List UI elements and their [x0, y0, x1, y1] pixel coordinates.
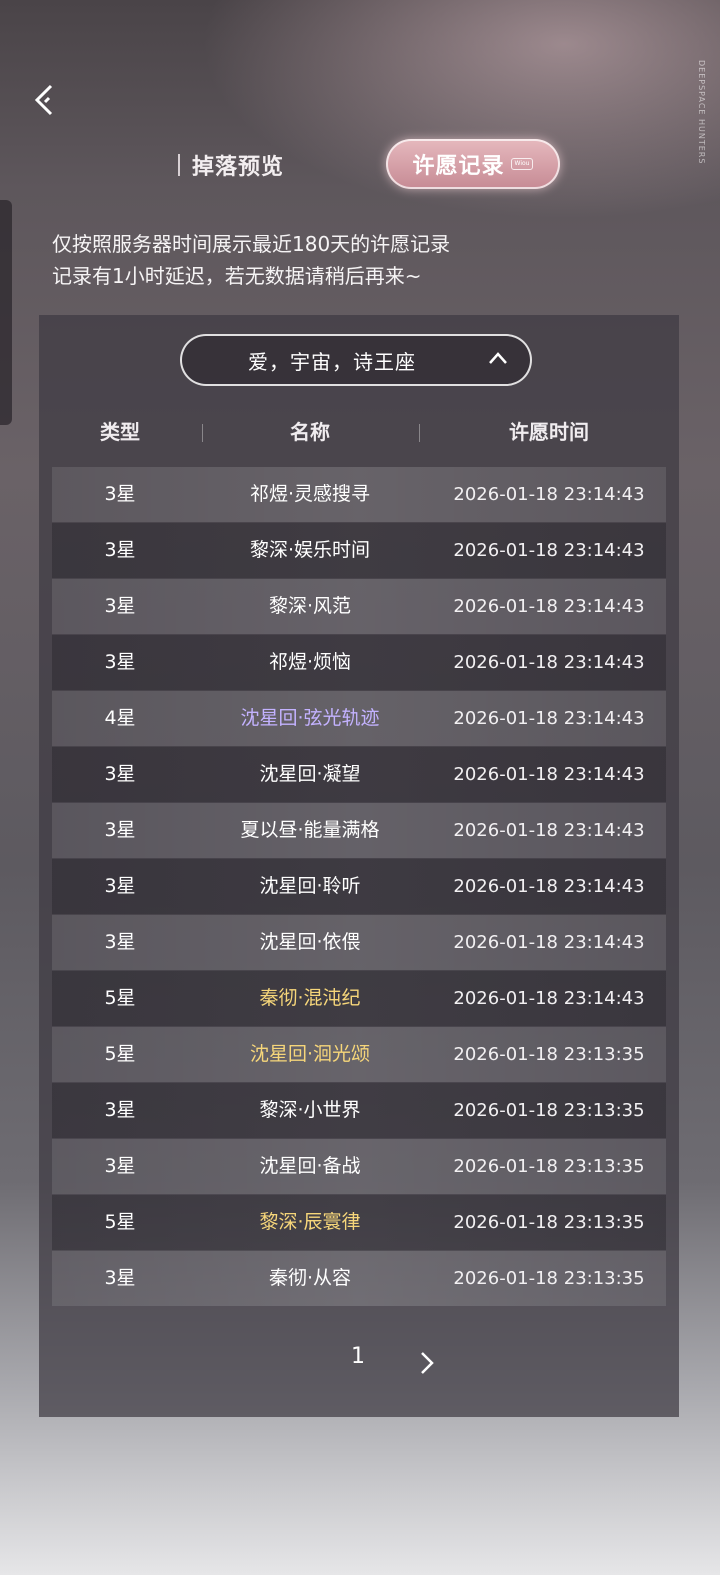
cell-time: 2026-01-18 23:14:43	[453, 932, 645, 953]
cell-type: 3星	[104, 595, 136, 617]
cell-time: 2026-01-18 23:14:43	[453, 484, 645, 505]
banner-filter-value: 爱，宇宙，诗王座	[248, 349, 416, 374]
cell-time: 2026-01-18 23:14:43	[453, 540, 645, 561]
cell-type: 5星	[104, 987, 136, 1009]
side-drawer-handle[interactable]	[0, 200, 12, 425]
table-row: 3星 沈星回·备战 2026-01-18 23:13:35	[52, 1139, 666, 1194]
cell-time: 2026-01-18 23:14:43	[453, 988, 645, 1009]
table-header: 类型 名称 许愿时间	[52, 412, 666, 452]
header-divider	[419, 424, 420, 442]
cell-time: 2026-01-18 23:14:43	[453, 596, 645, 617]
cell-type: 5星	[104, 1043, 136, 1065]
back-button[interactable]	[26, 80, 66, 120]
cell-time: 2026-01-18 23:13:35	[453, 1156, 645, 1177]
tab-wish-badge: Wiou	[510, 158, 534, 170]
cell-name: 秦彻·混沌纪	[259, 987, 361, 1009]
cell-type: 3星	[104, 931, 136, 953]
cell-name: 夏以昼·能量满格	[240, 819, 380, 841]
table-row: 3星 黎深·风范 2026-01-18 23:14:43	[52, 579, 666, 634]
cell-type: 3星	[104, 1267, 136, 1289]
cell-type: 3星	[104, 1099, 136, 1121]
cell-time: 2026-01-18 23:14:43	[453, 708, 645, 729]
table-row: 3星 沈星回·凝望 2026-01-18 23:14:43	[52, 747, 666, 802]
cell-time: 2026-01-18 23:13:35	[453, 1044, 645, 1065]
cell-name: 黎深·小世界	[259, 1099, 361, 1121]
table-row: 3星 祁煜·灵感搜寻 2026-01-18 23:14:43	[52, 467, 666, 522]
table-row: 3星 夏以昼·能量满格 2026-01-18 23:14:43	[52, 803, 666, 858]
table-row: 4星 沈星回·弦光轨迹 2026-01-18 23:14:43	[52, 691, 666, 746]
tab-divider	[178, 154, 180, 176]
cell-type: 3星	[104, 483, 136, 505]
cell-name: 黎深·娱乐时间	[249, 539, 371, 561]
table-row: 5星 秦彻·混沌纪 2026-01-18 23:14:43	[52, 971, 666, 1026]
cell-name: 祁煜·烦恼	[268, 651, 352, 673]
cell-type: 3星	[104, 875, 136, 897]
cell-name: 沈星回·聆听	[259, 875, 361, 897]
table-row: 3星 黎深·娱乐时间 2026-01-18 23:14:43	[52, 523, 666, 578]
notice-line-1: 仅按照服务器时间展示最近180天的许愿记录	[52, 232, 451, 256]
chevron-up-icon	[489, 352, 507, 364]
cell-name: 沈星回·弦光轨迹	[240, 707, 380, 729]
cell-name: 黎深·风范	[268, 595, 352, 617]
cell-name: 黎深·辰寰律	[259, 1211, 361, 1233]
cell-name: 沈星回·洄光颂	[249, 1043, 371, 1065]
cell-type: 3星	[104, 539, 136, 561]
header-time: 许愿时间	[509, 420, 589, 444]
cell-time: 2026-01-18 23:14:43	[453, 876, 645, 897]
table-row: 3星 黎深·小世界 2026-01-18 23:13:35	[52, 1083, 666, 1138]
tab-wish-record-label: 许愿记录	[412, 153, 505, 179]
cell-name: 沈星回·备战	[259, 1155, 361, 1177]
cell-type: 5星	[104, 1211, 136, 1233]
cell-time: 2026-01-18 23:13:35	[453, 1100, 645, 1121]
cell-time: 2026-01-18 23:14:43	[453, 820, 645, 841]
next-page-icon[interactable]	[418, 1350, 436, 1376]
notice-text: 仅按照服务器时间展示最近180天的许愿记录 记录有1小时延迟，若无数据请稍后再来…	[52, 228, 450, 292]
cell-time: 2026-01-18 23:14:43	[453, 652, 645, 673]
cell-type: 3星	[104, 763, 136, 785]
record-table: 3星 祁煜·灵感搜寻 2026-01-18 23:14:43 3星 黎深·娱乐时间 202…	[52, 467, 666, 1307]
cell-name: 沈星回·凝望	[259, 763, 361, 785]
banner-filter-dropdown[interactable]: 爱，宇宙，诗王座	[180, 334, 532, 386]
tab-bar: 掉落预览 许愿记录 Wiou	[0, 138, 720, 194]
cell-time: 2026-01-18 23:13:35	[453, 1212, 645, 1233]
cell-name: 秦彻·从容	[268, 1267, 352, 1289]
notice-line-2: 记录有1小时延迟，若无数据请稍后再来~	[52, 264, 422, 288]
tab-wish-record[interactable]: 许愿记录 Wiou	[386, 139, 560, 189]
table-row: 3星 祁煜·烦恼 2026-01-18 23:14:43	[52, 635, 666, 690]
table-row: 5星 黎深·辰寰律 2026-01-18 23:13:35	[52, 1195, 666, 1250]
cell-type: 3星	[104, 819, 136, 841]
table-row: 5星 沈星回·洄光颂 2026-01-18 23:13:35	[52, 1027, 666, 1082]
pagination: 1	[0, 1340, 720, 1384]
cell-type: 4星	[104, 707, 136, 729]
header-type: 类型	[100, 420, 140, 444]
table-row: 3星 沈星回·依偎 2026-01-18 23:14:43	[52, 915, 666, 970]
cell-type: 3星	[104, 1155, 136, 1177]
table-row: 3星 沈星回·聆听 2026-01-18 23:14:43	[52, 859, 666, 914]
cell-time: 2026-01-18 23:13:35	[453, 1268, 645, 1289]
cell-type: 3星	[104, 651, 136, 673]
cell-name: 祁煜·灵感搜寻	[249, 483, 371, 505]
header-name: 名称	[290, 420, 330, 444]
page-number[interactable]: 1	[346, 1344, 370, 1369]
tab-drop-preview[interactable]: 掉落预览	[178, 148, 284, 182]
back-icon	[34, 84, 53, 116]
cell-name: 沈星回·依偎	[259, 931, 361, 953]
cell-time: 2026-01-18 23:14:43	[453, 764, 645, 785]
table-row: 3星 秦彻·从容 2026-01-18 23:13:35	[52, 1251, 666, 1306]
tab-drop-preview-label: 掉落预览	[192, 154, 285, 180]
